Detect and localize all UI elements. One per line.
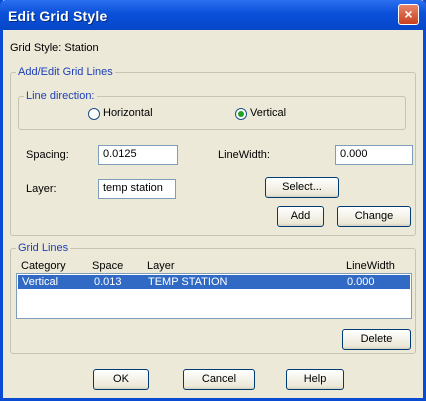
radio-horizontal-label[interactable]: Horizontal	[103, 107, 153, 119]
row-space: 0.013	[94, 276, 122, 288]
linewidth-label: LineWidth:	[218, 149, 270, 161]
table-row[interactable]: Vertical 0.013 TEMP STATION 0.000	[18, 275, 410, 289]
help-button[interactable]: Help	[286, 369, 344, 390]
layer-field[interactable]: temp station	[98, 179, 176, 199]
spacing-label: Spacing:	[26, 149, 69, 161]
grid-lines-group: Grid Lines Category Space Layer LineWidt…	[10, 242, 416, 354]
spacing-field[interactable]: 0.0125	[98, 145, 178, 165]
column-header-space[interactable]: Space	[92, 260, 123, 272]
add-edit-grid-lines-legend: Add/Edit Grid Lines	[16, 66, 115, 78]
delete-button[interactable]: Delete	[342, 329, 411, 350]
add-button[interactable]: Add	[277, 206, 324, 227]
cancel-button[interactable]: Cancel	[183, 369, 255, 390]
close-icon: ×	[404, 6, 413, 22]
row-category: Vertical	[22, 276, 59, 288]
dialog-title: Edit Grid Style	[8, 8, 108, 24]
add-edit-grid-lines-group: Add/Edit Grid Lines Line direction: Hori…	[10, 66, 416, 236]
close-button[interactable]: ×	[398, 4, 419, 25]
edit-grid-style-dialog: Edit Grid Style × Grid Style: Station Ad…	[0, 0, 426, 401]
grid-lines-legend: Grid Lines	[16, 242, 71, 254]
layer-label: Layer:	[26, 183, 57, 195]
radio-horizontal-icon[interactable]	[88, 108, 100, 120]
change-button[interactable]: Change	[337, 206, 411, 227]
line-direction-legend: Line direction:	[24, 90, 97, 102]
ok-button[interactable]: OK	[93, 369, 149, 390]
column-header-linewidth[interactable]: LineWidth	[346, 260, 395, 272]
radio-vertical-label[interactable]: Vertical	[250, 107, 286, 119]
select-button[interactable]: Select...	[265, 177, 339, 198]
row-layer: TEMP STATION	[148, 276, 228, 288]
grid-style-label: Grid Style: Station	[10, 42, 99, 54]
radio-vertical-icon[interactable]	[235, 108, 247, 120]
title-bar[interactable]: Edit Grid Style ×	[0, 0, 426, 30]
column-header-layer[interactable]: Layer	[147, 260, 175, 272]
row-linewidth: 0.000	[347, 276, 375, 288]
linewidth-field[interactable]: 0.000	[335, 145, 413, 165]
grid-lines-list[interactable]: Vertical 0.013 TEMP STATION 0.000	[16, 273, 412, 319]
line-direction-group: Line direction: Horizontal Vertical	[18, 90, 406, 130]
column-header-category[interactable]: Category	[21, 260, 66, 272]
